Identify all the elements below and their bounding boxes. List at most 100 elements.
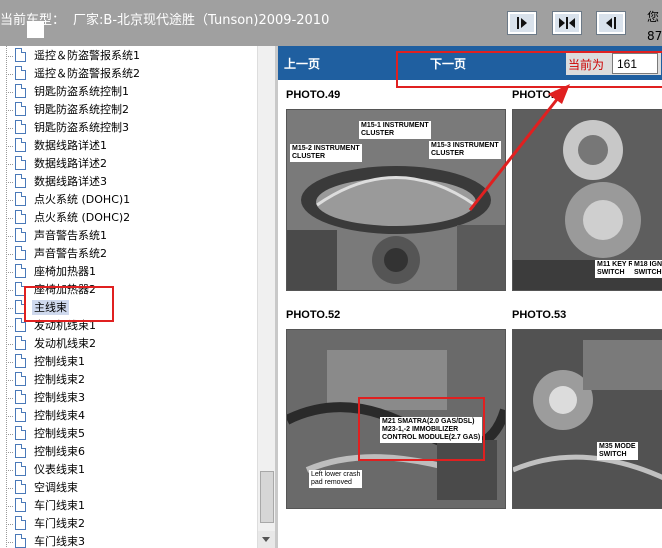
tree-item[interactable]: 控制线束2 xyxy=(6,371,256,389)
tree-connector xyxy=(6,362,14,363)
tree-connector xyxy=(6,182,14,183)
vehicle-model-label: 当前车型：厂家:B-北京现代途胜（Tunson)2009-2010 xyxy=(0,9,329,28)
document-icon xyxy=(15,120,26,134)
callout-m18: M18 IGNI SWITCH xyxy=(632,260,662,278)
callout-m15-1: M15-1 INSTRUMENT CLUSTER xyxy=(359,121,431,139)
tree-item[interactable]: 发动机线束2 xyxy=(6,335,256,353)
tree-connector xyxy=(6,434,14,435)
tree-item[interactable]: 车门线束2 xyxy=(6,515,256,533)
tree-connector xyxy=(6,110,14,111)
next-page-icon-button[interactable] xyxy=(507,11,537,35)
photo-instrument-cluster: M15-1 INSTRUMENT CLUSTER M15-2 INSTRUMENT… xyxy=(286,109,506,291)
document-icon xyxy=(15,192,26,206)
tree-connector xyxy=(6,452,14,453)
document-icon xyxy=(15,102,26,116)
tree-item-label: 遥控＆防盗警报系统1 xyxy=(34,49,140,62)
tree-item-label: 钥匙防盗系统控制3 xyxy=(34,121,129,134)
tree-item-label: 车门线束3 xyxy=(34,535,85,548)
prev-page-link[interactable]: 上一页 xyxy=(284,55,320,72)
tree-connector xyxy=(6,146,14,147)
document-icon xyxy=(15,48,26,62)
photo-key-switch: M11 KEY REMIND SWITCH M18 IGNI SWITCH xyxy=(512,109,662,291)
document-icon xyxy=(15,228,26,242)
tree-connector xyxy=(6,128,14,129)
document-icon xyxy=(15,66,26,80)
tree-item-label: 数据线路详述3 xyxy=(34,175,107,188)
arrow-left-icon xyxy=(606,17,616,29)
tree-connector xyxy=(6,416,14,417)
tree-item[interactable]: 声音警告系统2 xyxy=(6,245,256,263)
arrow-right-icon xyxy=(517,17,527,29)
tree-item-label: 控制线束5 xyxy=(34,427,85,440)
tree-item[interactable]: 钥匙防盗系统控制2 xyxy=(6,101,256,119)
tree-item-label: 声音警告系统2 xyxy=(34,247,107,260)
tree-item[interactable]: 数据线路详述3 xyxy=(6,173,256,191)
tree-item[interactable]: 控制线束1 xyxy=(6,353,256,371)
tree-item-label: 发动机线束2 xyxy=(34,337,96,350)
tree-item-label: 数据线路详述1 xyxy=(34,139,107,152)
tree-item[interactable]: 仪表线束1 xyxy=(6,461,256,479)
tree-connector xyxy=(6,488,14,489)
callout-m35: M35 MODE SWITCH xyxy=(597,442,638,460)
document-icon xyxy=(15,390,26,404)
tree-item[interactable]: 控制线束6 xyxy=(6,443,256,461)
photo-mode-switch: M35 MODE SWITCH xyxy=(512,329,662,509)
tree-item[interactable]: 空调线束 xyxy=(6,479,256,497)
tree-item[interactable]: 遥控＆防盗警报系统1 xyxy=(6,47,256,65)
scroll-thumb[interactable] xyxy=(260,471,274,523)
tree-item[interactable]: 数据线路详述1 xyxy=(6,137,256,155)
tree-item[interactable]: 声音警告系统1 xyxy=(6,227,256,245)
tree-connector xyxy=(6,308,14,309)
tree-item[interactable]: 点火系统 (DOHC)1 xyxy=(6,191,256,209)
tree-connector xyxy=(6,56,14,57)
tree-item-label: 控制线束2 xyxy=(34,373,85,386)
tree-item-label: 遥控＆防盗警报系统2 xyxy=(34,67,140,80)
tree-item-label: 控制线束3 xyxy=(34,391,85,404)
scroll-down-arrow-icon[interactable] xyxy=(258,531,275,548)
tree-connector xyxy=(6,92,14,93)
tree-connector xyxy=(6,236,14,237)
tree-item[interactable]: 点火系统 (DOHC)2 xyxy=(6,209,256,227)
tree-item[interactable]: 座椅加热器1 xyxy=(6,263,256,281)
tree-item[interactable]: 钥匙防盗系统控制1 xyxy=(6,83,256,101)
tree-item[interactable]: 车门线束1 xyxy=(6,497,256,515)
tree-connector xyxy=(6,326,14,327)
tree-item[interactable]: 数据线路详述2 xyxy=(6,155,256,173)
prev-page-icon-button[interactable] xyxy=(596,11,626,35)
content-pane: 上一页 下一页 当前为 PHOTO.49 M15-1 INSTRUMENTCLU… xyxy=(275,46,662,548)
tree-item[interactable]: 钥匙防盗系统控制3 xyxy=(6,119,256,137)
nav-highlight-box xyxy=(396,51,662,88)
document-icon xyxy=(15,84,26,98)
tree-scrollbar[interactable] xyxy=(257,46,275,548)
document-icon xyxy=(15,336,26,350)
expand-collapse-icon-button[interactable] xyxy=(552,11,582,35)
tree-item[interactable]: 控制线束4 xyxy=(6,407,256,425)
tree-item-label: 数据线路详述2 xyxy=(34,157,107,170)
document-icon xyxy=(15,372,26,386)
tree-connector xyxy=(6,74,14,75)
photo-title: PHOTO.53 xyxy=(512,309,567,321)
right-info-text: 您 87 xyxy=(647,8,662,46)
document-icon xyxy=(15,246,26,260)
tree-connector xyxy=(6,272,14,273)
tree-connector xyxy=(6,542,14,543)
tree-item[interactable]: 遥控＆防盗警报系统2 xyxy=(6,65,256,83)
document-icon xyxy=(15,462,26,476)
selection-highlight-box xyxy=(24,286,114,322)
document-icon xyxy=(15,408,26,422)
document-icon xyxy=(15,156,26,170)
photo-title: PHOTO.49 xyxy=(286,89,341,101)
tree-item-label: 控制线束4 xyxy=(34,409,85,422)
tree-connector xyxy=(6,506,14,507)
tree-item-label: 座椅加热器1 xyxy=(34,265,96,278)
tree-item[interactable]: 控制线束5 xyxy=(6,425,256,443)
tree-connector xyxy=(6,380,14,381)
photo-image xyxy=(513,330,662,508)
tree-connector xyxy=(6,200,14,201)
tree-item[interactable]: 车门线束3 xyxy=(6,533,256,548)
tree-item[interactable]: 控制线束3 xyxy=(6,389,256,407)
tree-item-label: 车门线束2 xyxy=(34,517,85,530)
tree-item-label: 钥匙防盗系统控制2 xyxy=(34,103,129,116)
tree-item-label: 空调线束 xyxy=(34,481,78,494)
document-icon xyxy=(15,480,26,494)
